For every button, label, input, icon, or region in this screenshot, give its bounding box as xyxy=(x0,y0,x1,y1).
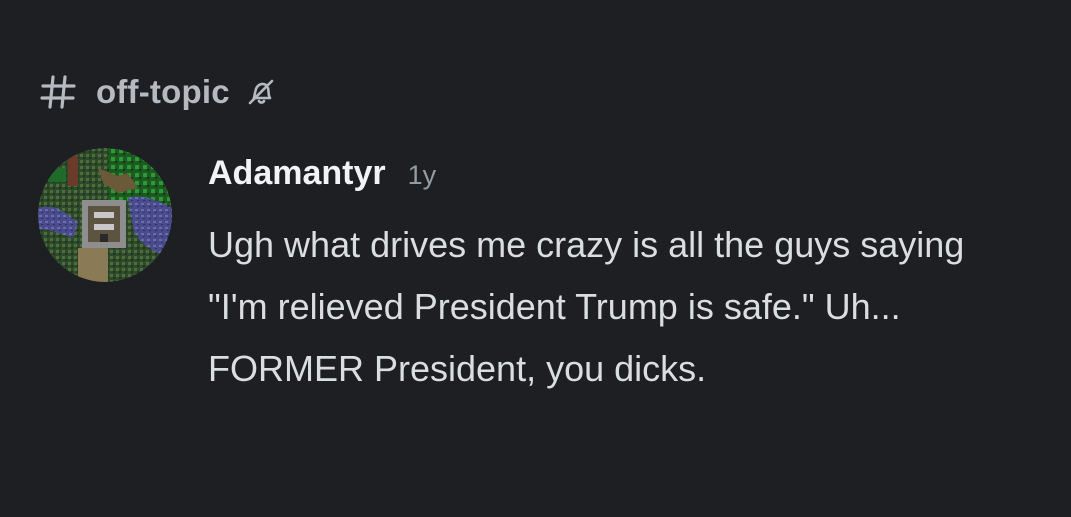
user-avatar[interactable] xyxy=(38,148,172,282)
hash-icon xyxy=(40,74,76,110)
message-header: Adamantyr 1y xyxy=(208,154,1008,200)
author-name[interactable]: Adamantyr xyxy=(208,154,386,193)
message-timestamp[interactable]: 1y xyxy=(408,160,437,191)
message-content: Ugh what drives me crazy is all the guys… xyxy=(208,224,965,389)
channel-name[interactable]: off-topic xyxy=(96,73,230,111)
channel-header[interactable]: off-topic xyxy=(40,70,276,114)
discord-message-view: off-topic Adamantyr 1y Ugh what drives m… xyxy=(0,0,1071,517)
message-body: Adamantyr 1y Ugh what drives me crazy is… xyxy=(208,154,1008,400)
bell-slash-icon xyxy=(246,77,276,107)
